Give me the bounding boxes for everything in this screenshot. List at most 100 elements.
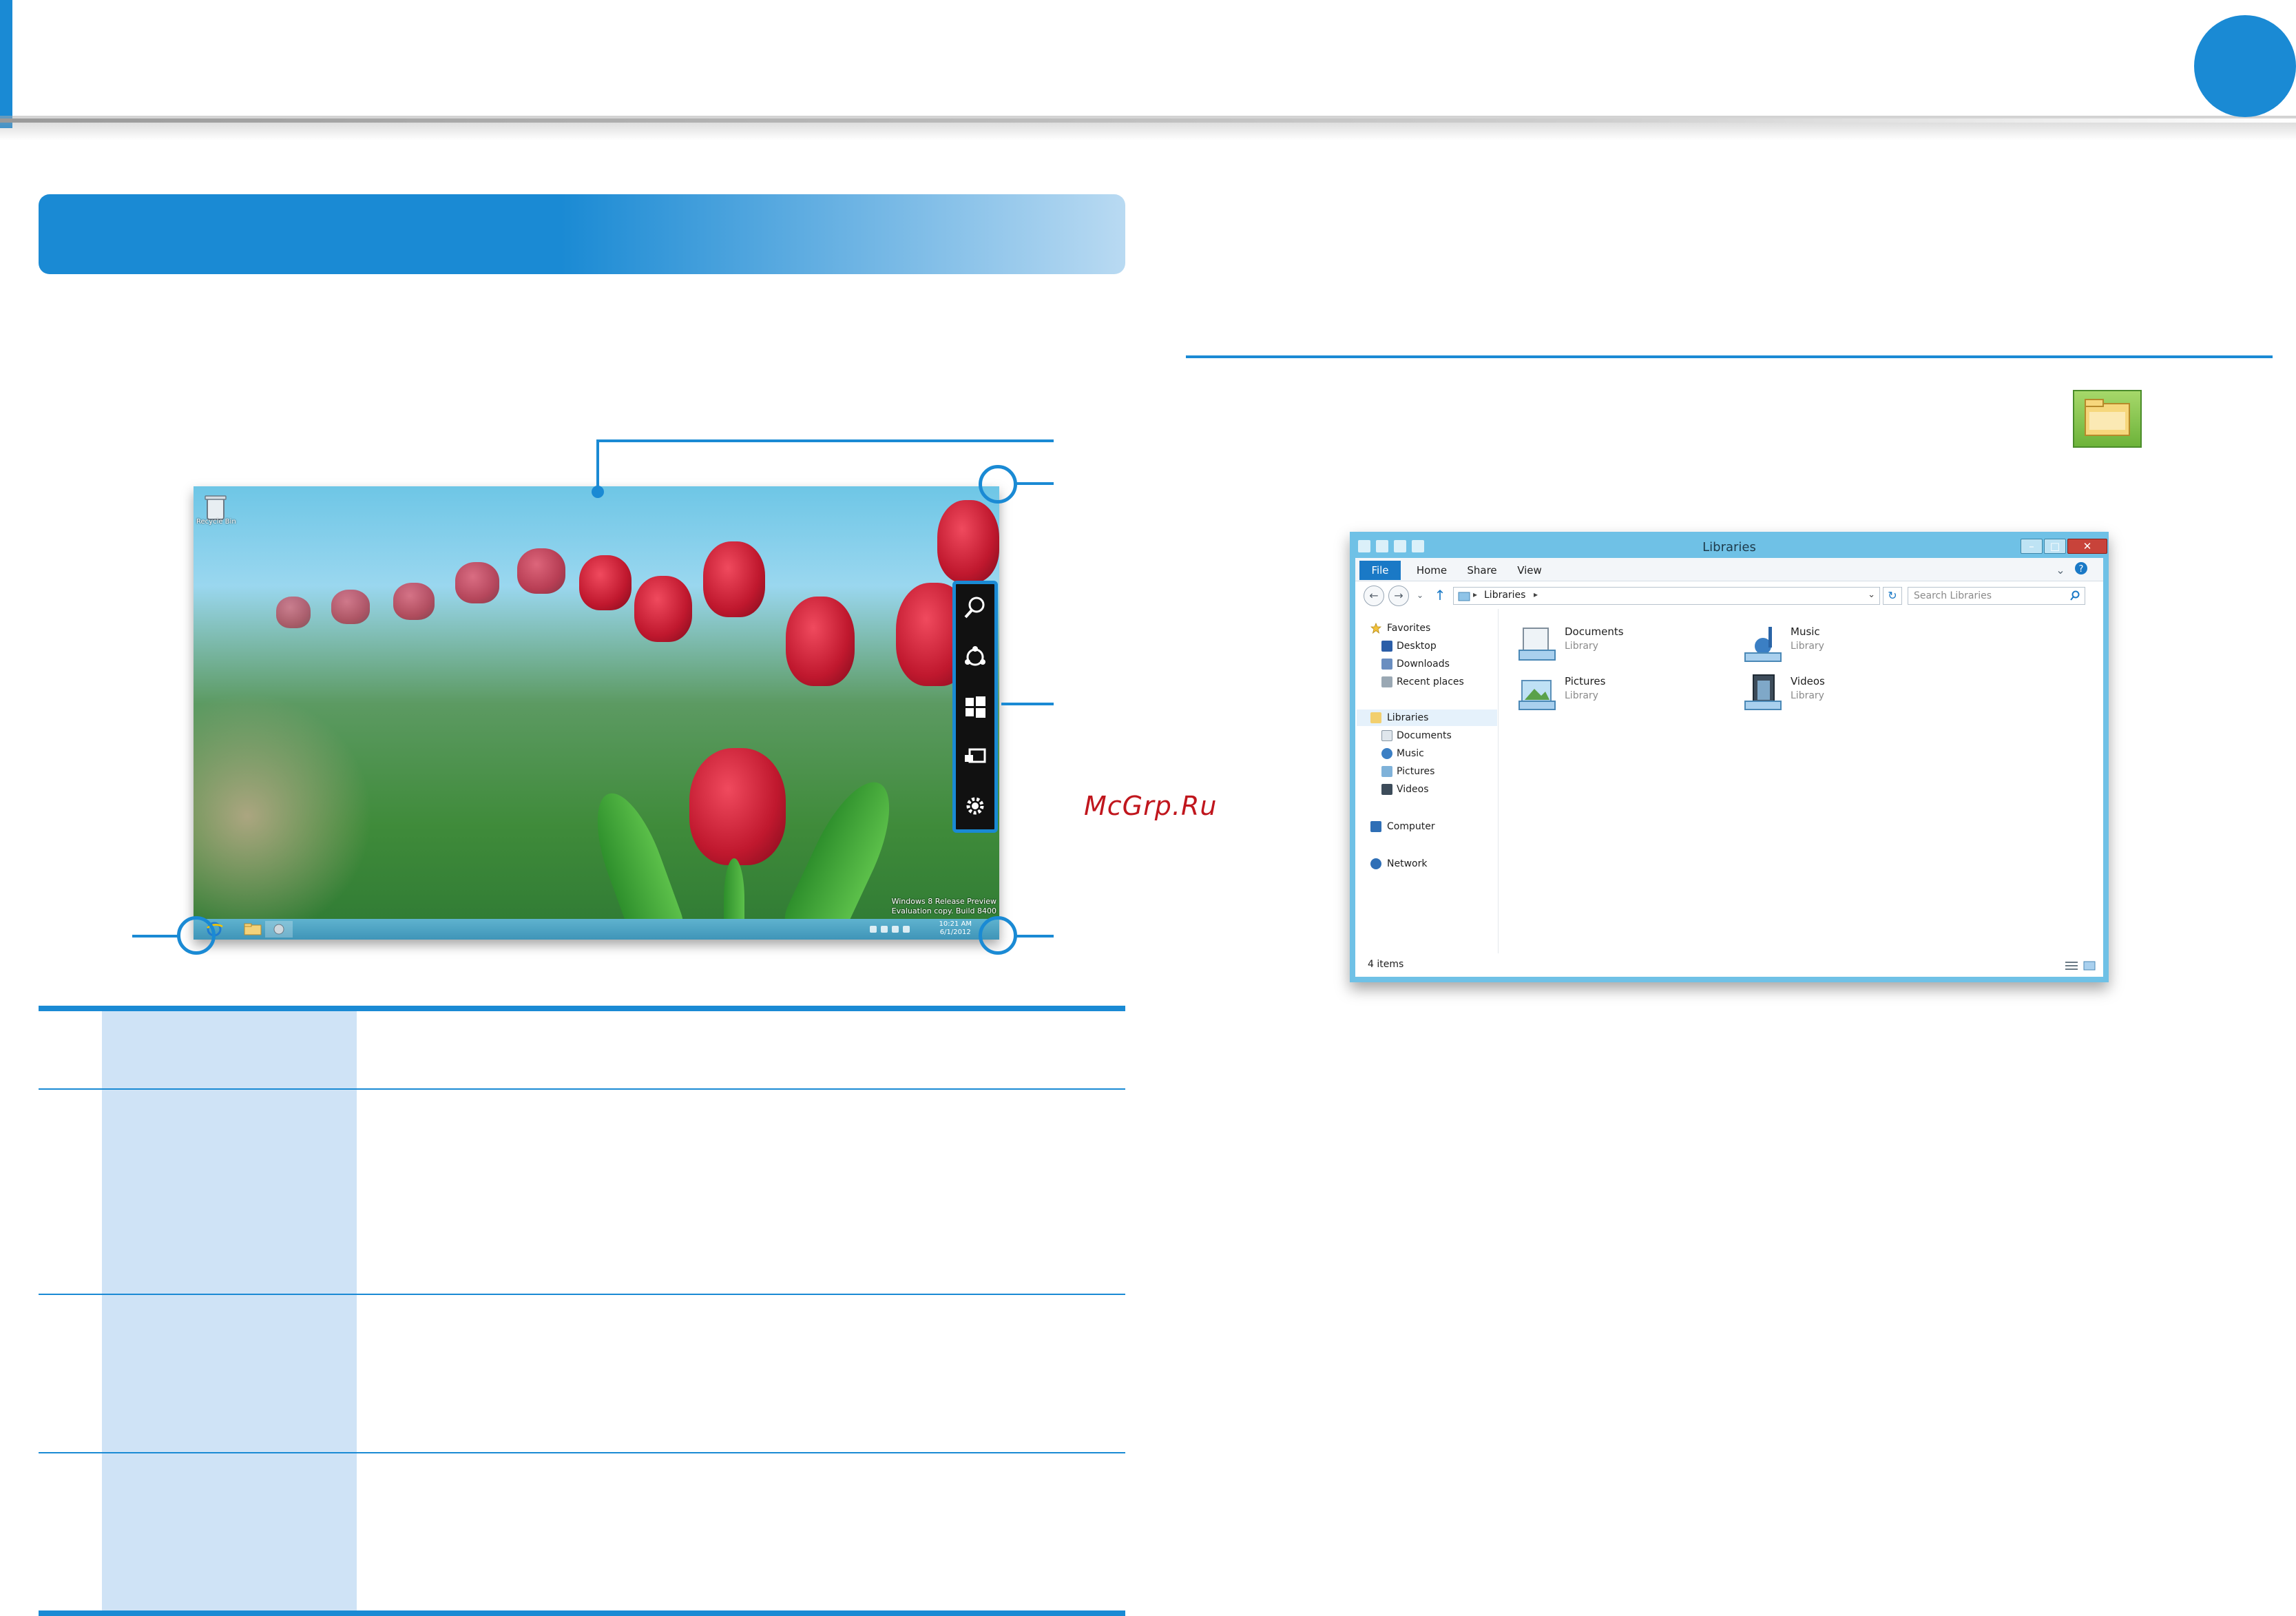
tulip-shape	[689, 748, 786, 865]
minimize-button[interactable]: –	[2021, 539, 2043, 554]
nav-downloads[interactable]: Downloads	[1397, 657, 1450, 671]
maximize-icon: □	[2049, 540, 2060, 552]
libraries-icon	[1370, 712, 1381, 723]
file-explorer-tile-icon[interactable]	[2073, 390, 2142, 448]
header-divider	[0, 118, 2296, 123]
callout-line-bottom-left	[132, 935, 179, 938]
table-bottom-rule	[39, 1610, 1125, 1616]
nav-documents[interactable]: Documents	[1397, 729, 1452, 743]
share-icon[interactable]	[961, 643, 989, 671]
file-explorer-icon[interactable]	[239, 921, 267, 938]
nav-pictures[interactable]: Pictures	[1397, 765, 1434, 778]
address-text[interactable]: Libraries	[1484, 590, 1525, 601]
nav-desktop[interactable]: Desktop	[1397, 639, 1437, 653]
navigation-pane: Favorites Desktop Downloads Recent place…	[1355, 609, 1499, 953]
window-title: Libraries	[1702, 540, 1756, 555]
right-section-rule	[1186, 355, 2273, 358]
tab-share[interactable]: Share	[1460, 561, 1504, 580]
downloads-icon	[1381, 659, 1392, 670]
item-type: Library	[1791, 641, 1824, 652]
documents-library-icon	[1519, 628, 1556, 661]
network-icon	[1370, 858, 1381, 869]
library-item-videos[interactable]: Videos Library	[1742, 671, 1949, 716]
refresh-button[interactable]: ↻	[1883, 587, 1902, 605]
control-panel-icon[interactable]	[265, 921, 293, 938]
tray-up-arrow-icon[interactable]	[870, 926, 877, 933]
tab-file[interactable]: File	[1359, 561, 1401, 580]
tray-network-icon[interactable]	[881, 926, 888, 933]
tulip-shape	[331, 590, 370, 624]
callout-line-charms	[1001, 703, 1054, 705]
callout-circle-bottom-right	[979, 916, 1017, 955]
tab-home[interactable]: Home	[1409, 561, 1454, 580]
music-library-icon	[1744, 627, 1782, 662]
settings-icon[interactable]	[961, 792, 989, 820]
tulip-shape	[786, 597, 855, 686]
recent-locations-icon[interactable]: ⌄	[1413, 586, 1427, 606]
up-button[interactable]: ↑	[1430, 586, 1450, 606]
tulip-shape	[703, 541, 765, 617]
watermark-line: Windows 8 Release Preview	[891, 897, 996, 906]
back-button[interactable]: ←	[1364, 586, 1384, 606]
folder-icon	[2085, 399, 2130, 436]
library-item-documents[interactable]: Documents Library	[1516, 621, 1723, 667]
nav-libraries[interactable]: Libraries	[1387, 711, 1428, 725]
title-bar[interactable]: Libraries – □ ✕	[1355, 537, 2107, 558]
section-banner	[39, 194, 1125, 274]
maximize-button[interactable]: □	[2044, 539, 2066, 554]
forward-button[interactable]: →	[1388, 586, 1409, 606]
close-icon: ✕	[2083, 540, 2092, 552]
table-label-cell	[102, 1011, 357, 1088]
clock-date: 6/1/2012	[939, 929, 971, 936]
nav-videos[interactable]: Videos	[1397, 783, 1429, 796]
tulip-shape	[579, 555, 632, 610]
windows-start-icon[interactable]	[961, 693, 989, 721]
library-item-music[interactable]: Music Library	[1742, 621, 1949, 667]
pictures-library-icon	[1519, 680, 1556, 710]
item-count: 4 items	[1368, 959, 1404, 970]
breadcrumb-chevron-icon: ▸	[1534, 590, 1538, 599]
charms-bar	[952, 581, 998, 833]
table-label-cell	[102, 1295, 357, 1452]
nav-network[interactable]: Network	[1387, 857, 1427, 871]
status-bar: 4 items	[1355, 953, 2103, 977]
callout-line-top-right	[1016, 482, 1054, 485]
help-icon[interactable]: ?	[2073, 561, 2089, 580]
computer-icon	[1370, 821, 1381, 832]
tab-view[interactable]: View	[1510, 561, 1549, 580]
search-icon[interactable]	[961, 594, 989, 621]
nav-computer[interactable]: Computer	[1387, 820, 1435, 833]
tray-volume-icon[interactable]	[892, 926, 899, 933]
breadcrumb-chevron-icon: ▸	[1473, 590, 1478, 599]
library-item-pictures[interactable]: Pictures Library	[1516, 671, 1723, 716]
large-icons-view-icon[interactable]	[2083, 960, 2096, 971]
expand-ribbon-icon[interactable]: ⌄	[2052, 561, 2069, 580]
devices-icon[interactable]	[961, 743, 989, 770]
ribbon-tabs: File Home Share View ⌄ ?	[1355, 558, 2103, 581]
address-bar[interactable]: ▸ Libraries ▸ ⌄	[1453, 587, 1880, 605]
tulip-shape	[455, 562, 499, 603]
videos-icon	[1381, 784, 1392, 795]
tray-flag-icon[interactable]	[903, 926, 910, 933]
search-icon[interactable]	[2069, 590, 2080, 601]
recycle-bin-label: Recycle Bin	[196, 518, 236, 526]
item-name: Pictures	[1565, 675, 1606, 687]
search-box[interactable]: Search Libraries	[1908, 587, 2085, 605]
callout-line-bottom-right	[1016, 935, 1054, 938]
address-dropdown-icon[interactable]: ⌄	[1868, 590, 1875, 600]
music-icon	[1381, 748, 1392, 759]
nav-favorites[interactable]: Favorites	[1387, 621, 1430, 635]
recent-places-icon	[1381, 676, 1392, 687]
details-view-icon[interactable]	[2065, 960, 2078, 971]
desktop-screenshot: Recycle Bin Windows 8 Release Preview Ev…	[194, 486, 999, 940]
taskbar-clock[interactable]: 10:21 AM 6/1/2012	[939, 920, 972, 937]
leaf-shape	[582, 784, 687, 940]
nav-recent-places[interactable]: Recent places	[1397, 675, 1464, 689]
recycle-bin-icon[interactable]	[203, 493, 228, 521]
tulip-shape	[393, 583, 435, 620]
pictures-icon	[1381, 766, 1392, 777]
chapter-badge	[2194, 15, 2296, 117]
nav-music[interactable]: Music	[1397, 747, 1424, 760]
close-button[interactable]: ✕	[2067, 539, 2107, 554]
minimize-icon: –	[2029, 540, 2034, 552]
